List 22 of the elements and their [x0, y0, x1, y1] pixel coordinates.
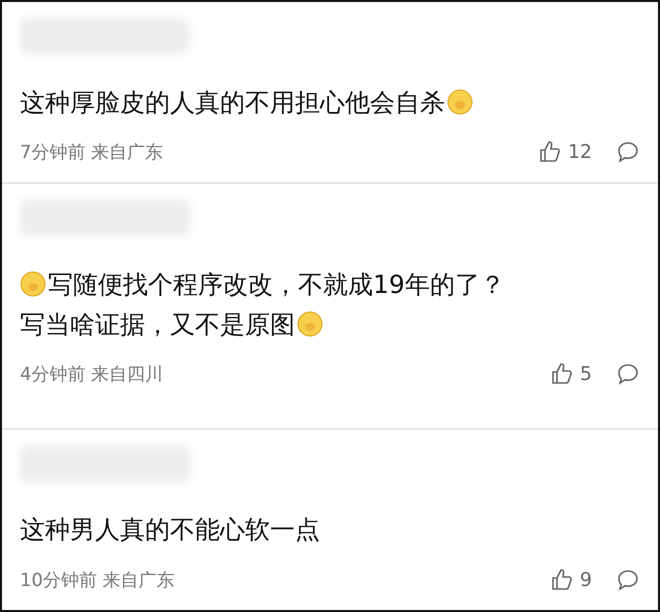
comment-text: 这种厚脸皮的人真的不用担心他会自杀: [20, 86, 445, 118]
comment-icon: [616, 568, 640, 592]
thumbs-up-icon: [538, 140, 562, 164]
comment-button[interactable]: [616, 140, 640, 164]
comment-meta: 4分钟前 来自四川: [20, 363, 164, 386]
comment-button[interactable]: [616, 568, 640, 592]
like-button[interactable]: 5: [550, 362, 592, 386]
like-button[interactable]: 9: [550, 568, 592, 592]
comment-text: 写当啥证据，又不是原图: [20, 308, 295, 341]
comment-text: 写随便找个程序改改，不就成19年的了？: [48, 268, 505, 301]
comment-meta: 7分钟前 来自广东: [20, 141, 164, 164]
emoji-icon: [20, 271, 46, 298]
like-button[interactable]: 12: [538, 140, 592, 164]
thumbs-up-icon: [550, 568, 574, 592]
comment-button[interactable]: [616, 362, 640, 386]
comment-text: 这种男人真的不能心软一点: [20, 514, 320, 546]
thumbs-up-icon: [550, 362, 574, 386]
comment-icon: [616, 140, 640, 164]
comment-meta: 10分钟前 来自广东: [20, 568, 176, 592]
emoji-icon: [297, 311, 323, 338]
emoji-icon: [447, 89, 473, 115]
comment-icon: [616, 362, 640, 386]
